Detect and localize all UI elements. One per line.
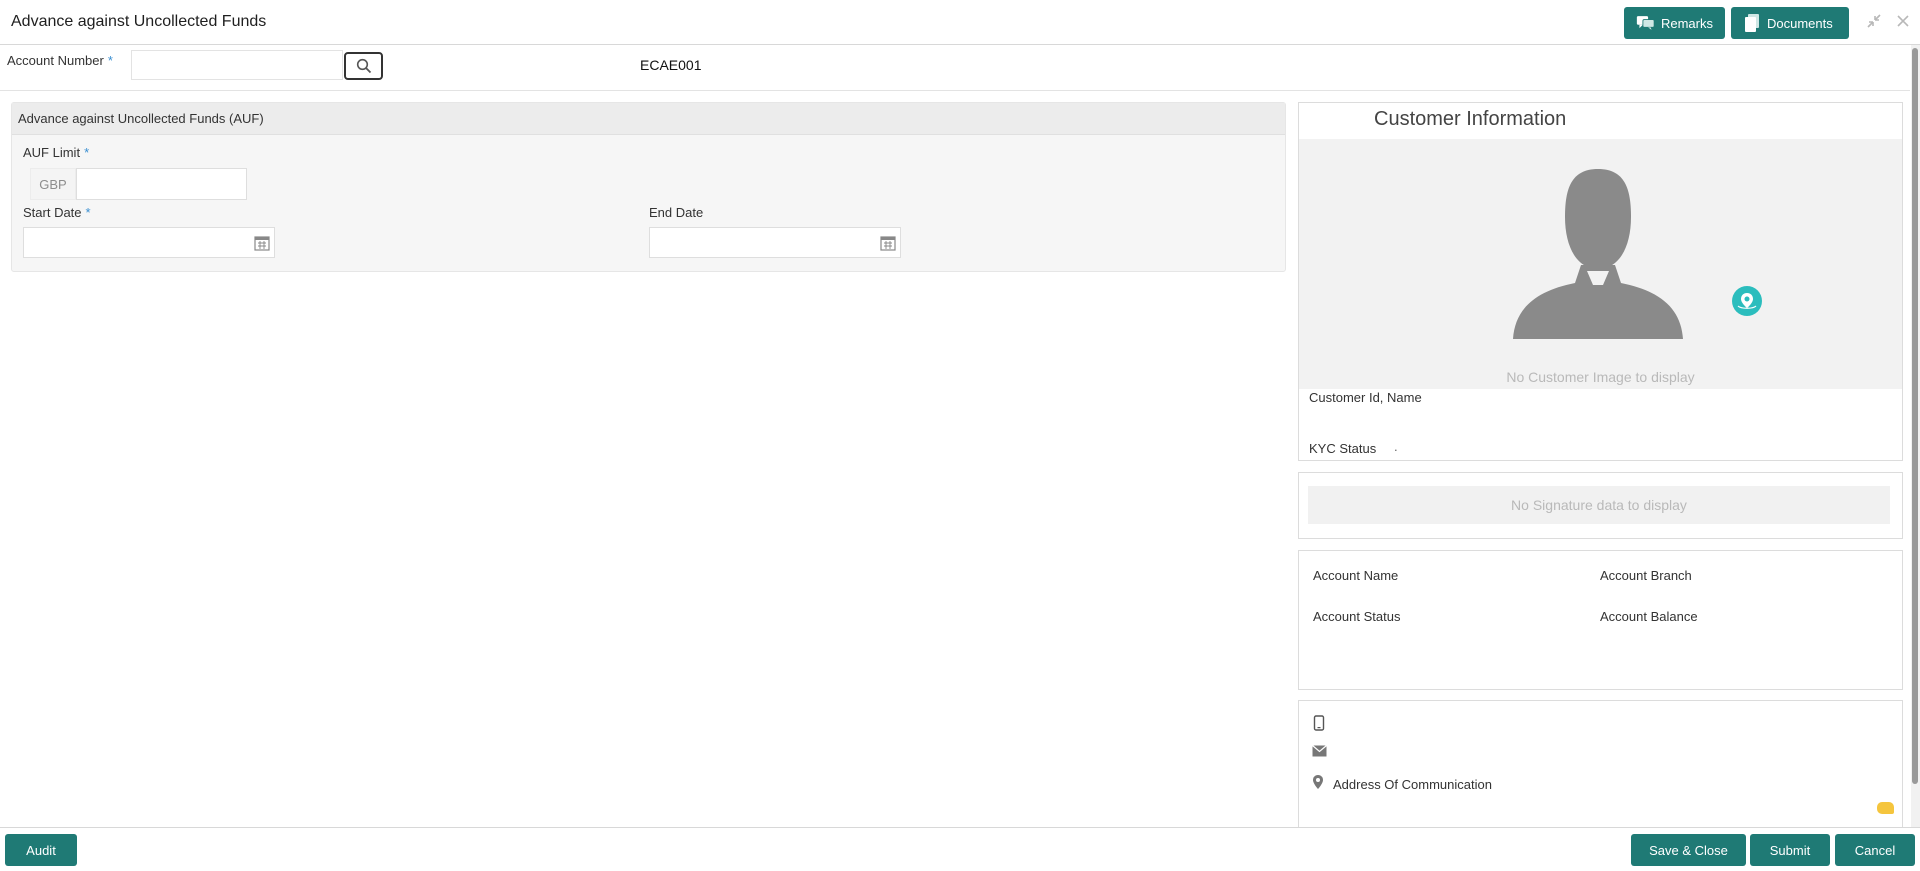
- audit-button[interactable]: Audit: [5, 834, 77, 866]
- customer-info-card: Customer Information No Customer Image t…: [1298, 102, 1903, 461]
- signature-card: No Signature data to display: [1298, 472, 1903, 539]
- account-number-label: Account Number *: [7, 53, 113, 68]
- cancel-button[interactable]: Cancel: [1835, 834, 1915, 866]
- no-customer-image-text: No Customer Image to display: [1506, 369, 1695, 385]
- chat-icon: [1636, 16, 1655, 30]
- close-icon[interactable]: [1896, 12, 1910, 35]
- page-title: Advance against Uncollected Funds: [11, 13, 267, 30]
- window-header: Advance against Uncollected Funds Remark…: [0, 0, 1920, 45]
- location-pin-icon: [1313, 775, 1323, 789]
- documents-button[interactable]: Documents: [1731, 7, 1849, 39]
- account-branch-label: Account Branch: [1600, 568, 1692, 583]
- mobile-phone-icon: [1313, 715, 1325, 731]
- search-icon: [356, 58, 371, 74]
- account-balance-label: Account Balance: [1600, 609, 1698, 624]
- user-avatar-icon: [1513, 169, 1683, 339]
- start-date-label: Start Date *: [23, 205, 91, 220]
- documents-label: Documents: [1767, 15, 1833, 31]
- email-icon: [1312, 745, 1327, 757]
- search-button[interactable]: [344, 52, 383, 80]
- auf-panel-header: Advance against Uncollected Funds (AUF): [12, 103, 1285, 135]
- scrollbar-thumb[interactable]: [1912, 48, 1918, 784]
- signature-area: No Signature data to display: [1308, 486, 1890, 524]
- auf-section-title: Advance against Uncollected Funds (AUF): [18, 111, 264, 126]
- customer-id-name-label: Customer Id, Name: [1309, 390, 1422, 405]
- start-date-text: Start Date: [23, 205, 82, 220]
- address-label: Address Of Communication: [1333, 777, 1492, 792]
- start-date-input[interactable]: [23, 227, 275, 258]
- kyc-status-value: .: [1394, 439, 1398, 454]
- auf-limit-label: AUF Limit *: [23, 145, 89, 160]
- account-details-card: Account Name Account Branch Account Stat…: [1298, 550, 1903, 690]
- account-name-label: Account Name: [1313, 568, 1399, 583]
- teal-badge-icon[interactable]: [1732, 286, 1762, 316]
- account-bar: Account Number * ECAE001: [0, 45, 1910, 91]
- auf-limit-input[interactable]: [76, 168, 247, 200]
- save-close-button[interactable]: Save & Close: [1631, 834, 1746, 866]
- calendar-icon[interactable]: [880, 235, 896, 251]
- required-marker: *: [85, 205, 91, 220]
- required-marker: *: [107, 53, 113, 68]
- no-signature-text: No Signature data to display: [1511, 497, 1687, 513]
- minimize-icon[interactable]: [1865, 12, 1883, 35]
- account-code: ECAE001: [640, 57, 702, 73]
- account-number-text: Account Number: [7, 53, 104, 68]
- auf-limit-text: AUF Limit: [23, 145, 81, 160]
- remarks-button[interactable]: Remarks: [1624, 7, 1725, 39]
- customer-info-title: Customer Information: [1374, 108, 1567, 130]
- customer-image-area: No Customer Image to display: [1299, 139, 1902, 389]
- chat-bubble-icon[interactable]: [1877, 802, 1894, 814]
- contact-card: Address Of Communication: [1298, 700, 1903, 827]
- required-marker: *: [84, 145, 90, 160]
- footer-bar: Audit Save & Close Submit Cancel: [0, 827, 1920, 871]
- auf-panel: Advance against Uncollected Funds (AUF) …: [11, 102, 1286, 272]
- kyc-status-label: KYC Status: [1309, 441, 1377, 456]
- calendar-icon[interactable]: [254, 235, 270, 251]
- account-number-input[interactable]: [131, 50, 343, 80]
- account-status-label: Account Status: [1313, 609, 1401, 624]
- end-date-label: End Date: [649, 205, 704, 220]
- currency-code: GBP: [30, 168, 76, 200]
- end-date-input[interactable]: [649, 227, 901, 258]
- remarks-label: Remarks: [1660, 15, 1713, 31]
- document-icon: [1745, 14, 1759, 32]
- submit-button[interactable]: Submit: [1750, 834, 1830, 866]
